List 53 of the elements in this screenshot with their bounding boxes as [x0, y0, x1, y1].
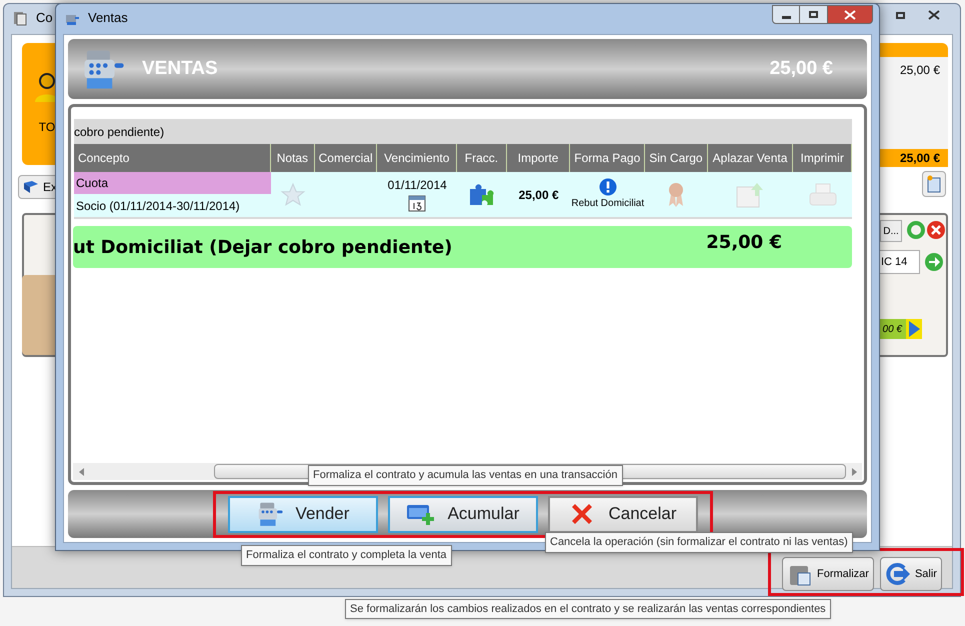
column-header: Vencimiento: [377, 144, 458, 172]
tooltip: Cancela la operación (sin formalizar el contrato ni las ventas): [545, 532, 853, 553]
close-icon[interactable]: [926, 220, 946, 240]
exit-button[interactable]: Salir: [880, 557, 942, 591]
app-icon: [12, 10, 28, 26]
header-total: 25,00 €: [770, 56, 834, 81]
maximize-button[interactable]: [800, 5, 827, 24]
add-window-icon: [406, 502, 436, 526]
summary-label: ut Domiciliat (Dejar cobro pendiente): [73, 236, 452, 260]
exit-arrow-icon: [884, 562, 911, 586]
summary-amount: 25,00 €: [900, 62, 941, 79]
summary-amount: 25,00 €: [706, 230, 782, 254]
column-header: Aplazar Venta: [708, 144, 794, 172]
column-header: Imprimir: [793, 144, 852, 172]
new-document-button[interactable]: [922, 171, 946, 197]
column-header: Fracc.: [457, 144, 507, 172]
table-cell: Cuota: [74, 172, 271, 194]
table-cell-text: 01/11/2014: [388, 177, 447, 194]
header-title: VENTAS: [142, 56, 219, 81]
column-header: Comercial: [314, 144, 378, 172]
column-header: Forma Pago: [570, 144, 646, 172]
sell-button[interactable]: Vender: [228, 496, 378, 532]
scroll-right-icon[interactable]: [852, 468, 856, 476]
tooltip: Formaliza el contrato y completa la venta: [241, 545, 452, 566]
table-cell-text: Socio (01/11/2014-30/11/2014): [75, 198, 241, 214]
close-icon: [928, 10, 940, 20]
play-icon[interactable]: [906, 319, 922, 339]
close-button[interactable]: [827, 5, 873, 24]
details-button[interactable]: D...: [880, 220, 902, 242]
star-icon[interactable]: [280, 182, 306, 208]
column-header: Concepto: [74, 144, 271, 172]
info-icon[interactable]: [598, 178, 617, 196]
group-caption: cobro pendiente): [74, 124, 166, 141]
column-header: Notas: [271, 144, 315, 172]
minimize-button[interactable]: [772, 5, 800, 24]
tooltip: Se formalizarán los cambios realizados en el contrato y se realizarán las ventas correspondientes: [345, 599, 831, 619]
refresh-icon[interactable]: [906, 220, 926, 240]
new-document-icon: [927, 175, 941, 193]
column-header: Sin Cargo: [645, 144, 708, 172]
window-title: Ventas: [88, 9, 128, 28]
scroll-left-icon[interactable]: [78, 468, 84, 476]
table-cell-text: Rebut Domiciliat: [571, 197, 644, 211]
calendar-icon[interactable]: [408, 194, 426, 212]
tooltip: Formaliza el contrato y acumula las ventas en una transacción: [308, 465, 622, 486]
column-header: Importe: [506, 144, 570, 172]
close-icon: [844, 10, 856, 20]
table-cell-text: 25,00 €: [518, 186, 559, 204]
window-title: Co: [36, 9, 53, 28]
accumulate-button[interactable]: Acumular: [388, 496, 538, 532]
formalize-button[interactable]: Formalizar: [782, 557, 874, 591]
cancel-button[interactable]: Cancelar: [548, 496, 698, 532]
card-label: TO: [38, 119, 56, 136]
book-icon: [23, 180, 39, 194]
